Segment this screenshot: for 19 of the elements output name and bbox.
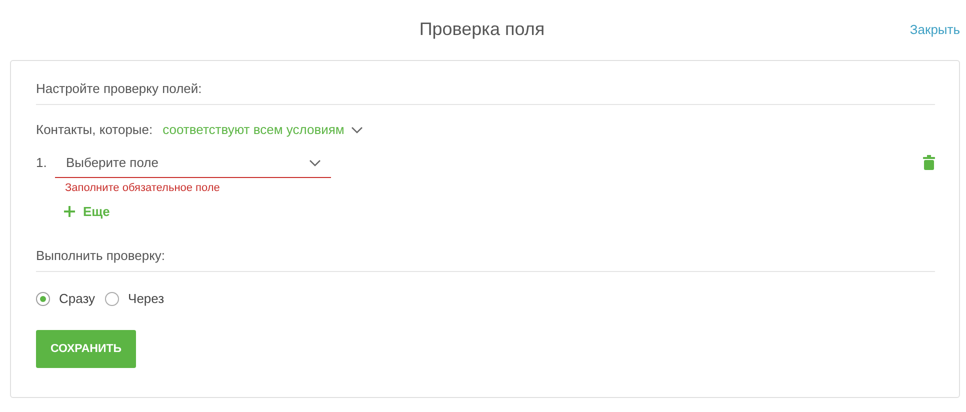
match-dropdown[interactable]: соответствуют всем условиям [162, 122, 364, 137]
plus-icon [64, 206, 75, 217]
dialog-title: Проверка поля [418, 18, 546, 41]
save-button[interactable]: СОХРАНИТЬ [36, 330, 136, 368]
error-message: Заполните обязательное поле [65, 182, 221, 194]
trash-icon[interactable] [923, 155, 935, 170]
add-condition-link[interactable]: Еще [64, 204, 110, 219]
radio-label[interactable]: Сразу [59, 291, 96, 306]
field-select[interactable]: Выберите поле [55, 149, 331, 178]
match-label: Контакты, которые: [36, 122, 153, 137]
section-heading: Настройте проверку полей: [36, 81, 935, 105]
radio-button[interactable] [105, 292, 120, 306]
radio-button[interactable] [36, 292, 50, 306]
section-heading: Выполнить проверку: [36, 248, 935, 272]
close-link[interactable]: Закрыть [910, 22, 960, 38]
chevron-icon [351, 126, 364, 134]
radio-label[interactable]: Через [128, 291, 164, 306]
row-number: 1. [36, 154, 48, 170]
chevron-icon [309, 158, 321, 166]
